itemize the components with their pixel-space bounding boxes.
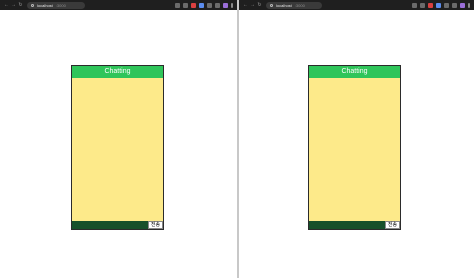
nav-buttons: ← → ↻ (242, 0, 263, 10)
extension-icon[interactable] (436, 2, 441, 8)
browser-toolbar: ← → ↻ localhost :3000 (0, 0, 237, 10)
puzzle-icon[interactable] (215, 2, 220, 8)
bookmark-icon[interactable] (420, 2, 425, 8)
chat-title: Chatting (72, 66, 163, 78)
chat-app: Chatting 전송 (308, 65, 401, 230)
browser-window-left: ← → ↻ localhost :3000 Chatting 전송 (0, 0, 237, 278)
message-input[interactable] (72, 221, 148, 229)
message-composer: 전송 (72, 221, 163, 229)
url-port: :3000 (294, 2, 305, 8)
puzzle-icon[interactable] (452, 2, 457, 8)
chat-title: Chatting (309, 66, 400, 78)
site-info-icon[interactable] (270, 3, 273, 7)
nav-buttons: ← → ↻ (3, 0, 24, 10)
url-host: localhost (37, 2, 53, 8)
message-composer: 전송 (309, 221, 400, 229)
back-icon[interactable]: ← (242, 0, 249, 10)
extension-icon[interactable] (444, 2, 449, 8)
send-button[interactable]: 전송 (385, 221, 400, 229)
forward-icon[interactable]: → (10, 0, 17, 10)
extension-icon[interactable] (191, 2, 196, 8)
browser-toolbar: ← → ↻ localhost :3000 (239, 0, 474, 10)
address-bar[interactable]: localhost :3000 (27, 1, 85, 9)
message-area (309, 78, 400, 221)
chat-app: Chatting 전송 (71, 65, 164, 230)
bookmark-icon[interactable] (183, 2, 188, 8)
site-info-icon[interactable] (31, 3, 34, 7)
send-button[interactable]: 전송 (148, 221, 163, 229)
reload-icon[interactable]: ↻ (256, 0, 263, 10)
extensions-area (175, 2, 233, 8)
url-host: localhost (276, 2, 292, 8)
back-icon[interactable]: ← (3, 0, 10, 10)
translate-icon[interactable] (412, 2, 417, 8)
address-bar[interactable]: localhost :3000 (266, 1, 322, 9)
extension-icon[interactable] (207, 2, 212, 8)
extension-icon[interactable] (428, 2, 433, 8)
more-menu-icon[interactable] (468, 2, 470, 8)
forward-icon[interactable]: → (249, 0, 256, 10)
message-area (72, 78, 163, 221)
extensions-area (412, 2, 470, 8)
url-port: :3000 (55, 2, 66, 8)
profile-icon[interactable] (223, 2, 228, 8)
translate-icon[interactable] (175, 2, 180, 8)
profile-icon[interactable] (460, 2, 465, 8)
extension-icon[interactable] (199, 2, 204, 8)
message-input[interactable] (309, 221, 385, 229)
more-menu-icon[interactable] (231, 2, 233, 8)
reload-icon[interactable]: ↻ (17, 0, 24, 10)
